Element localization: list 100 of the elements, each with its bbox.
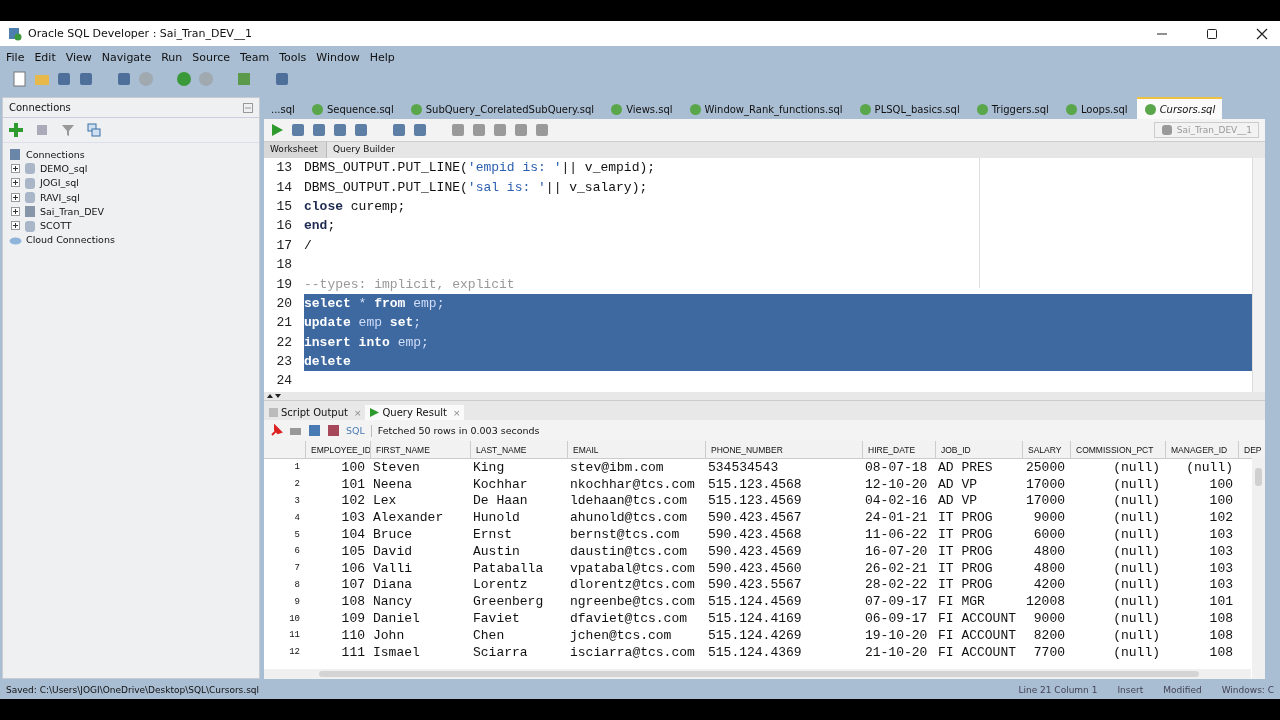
menu-item[interactable]: Navigate bbox=[101, 50, 152, 64]
table-cell-text: 590.423.4560 bbox=[707, 560, 803, 576]
app-icon bbox=[8, 26, 22, 41]
row-number: 2 bbox=[293, 479, 301, 490]
tree-item[interactable]: JOGI_sql bbox=[40, 177, 79, 189]
editor-tab[interactable]: Triggers.sql bbox=[968, 99, 1056, 119]
column-header[interactable]: PHONE_NUMBER bbox=[706, 441, 863, 458]
toolbar-icon[interactable] bbox=[274, 71, 290, 87]
column-header[interactable]: MANAGER_ID bbox=[1166, 441, 1239, 458]
menu-item[interactable]: File bbox=[6, 50, 25, 64]
toolbar-icon[interactable] bbox=[312, 123, 326, 137]
editor-tab[interactable]: ...sql bbox=[264, 99, 302, 119]
run-icon bbox=[369, 407, 381, 418]
worksheet-tab[interactable]: Worksheet bbox=[264, 142, 327, 158]
table-cell-text: 04-02-16 bbox=[864, 493, 929, 509]
fetch-message: Fetched 50 rows in 0.003 seconds bbox=[377, 425, 540, 436]
toolbar-icon[interactable] bbox=[413, 123, 427, 137]
table-cell-text: dfaviet@tcs.com bbox=[569, 611, 689, 627]
menu-item[interactable]: Edit bbox=[34, 50, 56, 64]
editor-tab[interactable]: Sequence.sql bbox=[303, 99, 401, 119]
worksheet-tab[interactable]: Query Builder bbox=[327, 142, 402, 158]
close-mark[interactable]: × bbox=[452, 407, 461, 418]
table-cell-text: 100 bbox=[1208, 493, 1234, 509]
editor-tab[interactable]: PLSQL_basics.sql bbox=[851, 99, 967, 119]
vertical-scrollbar[interactable] bbox=[1252, 158, 1265, 392]
table-cell-text: 4200 bbox=[1032, 577, 1066, 593]
editor-tab[interactable]: Cursors.sql bbox=[1136, 97, 1223, 119]
toolbar-icon[interactable] bbox=[354, 123, 368, 137]
menu-item[interactable]: Window bbox=[316, 50, 360, 64]
expand-icon[interactable] bbox=[11, 178, 20, 188]
table-cell-text: 101 bbox=[340, 476, 366, 492]
editor-tab[interactable]: Loops.sql bbox=[1057, 99, 1135, 119]
toolbar-icon[interactable] bbox=[451, 123, 465, 137]
maximize-icon[interactable] bbox=[1206, 27, 1218, 40]
output-tab[interactable]: Script Output × bbox=[264, 405, 366, 420]
editor-tab[interactable]: Window_Rank_functions.sql bbox=[681, 99, 850, 119]
refresh-icon[interactable] bbox=[308, 424, 321, 437]
toolbar-icon[interactable] bbox=[392, 123, 406, 137]
tree-item[interactable]: Sai_Tran_DEV bbox=[40, 205, 104, 217]
filter-icon[interactable] bbox=[61, 123, 75, 137]
column-header[interactable]: EMPLOYEE_ID bbox=[306, 441, 371, 458]
column-header[interactable]: FIRST_NAME bbox=[371, 441, 471, 458]
toolbar-icon[interactable] bbox=[291, 123, 305, 137]
scrollbar-thumb[interactable] bbox=[1255, 468, 1262, 486]
tree-item[interactable]: Connections bbox=[26, 148, 85, 160]
run-icon[interactable] bbox=[270, 123, 284, 137]
toolbar-icon[interactable] bbox=[514, 123, 528, 137]
table-cell-text: isciarra@tcs.com bbox=[569, 644, 696, 660]
add-icon[interactable] bbox=[9, 123, 23, 137]
tree-item[interactable]: RAVI_sql bbox=[40, 191, 80, 203]
toolbar-icon[interactable] bbox=[535, 123, 549, 137]
table-cell-text: (null) bbox=[1112, 577, 1161, 593]
column-header[interactable]: LAST_NAME bbox=[471, 441, 568, 458]
table-cell-text: 9000 bbox=[1032, 611, 1066, 627]
vertical-scrollbar[interactable] bbox=[1252, 458, 1265, 679]
tree-item[interactable]: SCOTT bbox=[40, 220, 72, 232]
minimize-icon[interactable] bbox=[243, 102, 253, 113]
expand-icon[interactable] bbox=[11, 163, 20, 173]
table-cell-text: Ismael bbox=[372, 644, 421, 660]
column-header[interactable]: COMMISSION_PCT bbox=[1071, 441, 1166, 458]
menu-item[interactable]: Help bbox=[369, 50, 395, 64]
close-icon[interactable] bbox=[1256, 27, 1268, 40]
pin-icon[interactable] bbox=[270, 424, 283, 437]
toolbar-icon[interactable] bbox=[472, 123, 486, 137]
column-header[interactable]: EMAIL bbox=[568, 441, 706, 458]
toolbar-icon[interactable] bbox=[12, 71, 28, 87]
toolbar-icon[interactable] bbox=[116, 71, 132, 87]
scrollbar-thumb[interactable] bbox=[319, 671, 1199, 677]
menu-item[interactable]: Source bbox=[192, 50, 231, 64]
toolbar-icon[interactable] bbox=[333, 123, 347, 137]
menu-item[interactable]: Team bbox=[240, 50, 270, 64]
column-header[interactable]: JOB_ID bbox=[936, 441, 1023, 458]
schema-icon[interactable] bbox=[87, 123, 101, 137]
horizontal-scrollbar[interactable] bbox=[264, 669, 1251, 679]
line-number: 14 bbox=[275, 179, 293, 195]
splitter-arrows-icon[interactable] bbox=[266, 393, 282, 399]
editor-tab[interactable]: Views.sql bbox=[603, 99, 680, 119]
expand-icon[interactable] bbox=[11, 192, 20, 202]
table-cell-text: 515.124.4169 bbox=[707, 611, 803, 627]
toolbar-icon[interactable] bbox=[236, 71, 252, 87]
column-header[interactable]: HIRE_DATE bbox=[863, 441, 936, 458]
menu-item[interactable]: Run bbox=[161, 50, 183, 64]
column-header[interactable]: SALARY bbox=[1023, 441, 1071, 458]
toolbar-icon[interactable] bbox=[493, 123, 507, 137]
menu-item[interactable]: View bbox=[65, 50, 92, 64]
toolbar-icon[interactable] bbox=[56, 71, 72, 87]
delete-icon[interactable] bbox=[327, 424, 340, 437]
expand-icon[interactable] bbox=[11, 221, 20, 231]
refresh-icon[interactable] bbox=[35, 123, 49, 137]
database-icon bbox=[24, 175, 36, 190]
menu-item[interactable]: Tools bbox=[279, 50, 307, 64]
expand-icon[interactable] bbox=[11, 206, 20, 216]
table-cell-text: ahunold@tcs.com bbox=[569, 510, 689, 526]
row-number: 11 bbox=[288, 630, 301, 641]
output-tab[interactable]: Query Result × bbox=[365, 405, 465, 420]
sql-link[interactable]: SQL bbox=[346, 425, 365, 436]
tree-item[interactable]: Cloud Connections bbox=[26, 234, 115, 246]
editor-tab[interactable]: SubQuery_CorelatedSubQuery.sql bbox=[402, 99, 602, 119]
toolbar-icon[interactable] bbox=[78, 71, 94, 87]
tree-item[interactable]: DEMO_sql bbox=[40, 162, 88, 174]
